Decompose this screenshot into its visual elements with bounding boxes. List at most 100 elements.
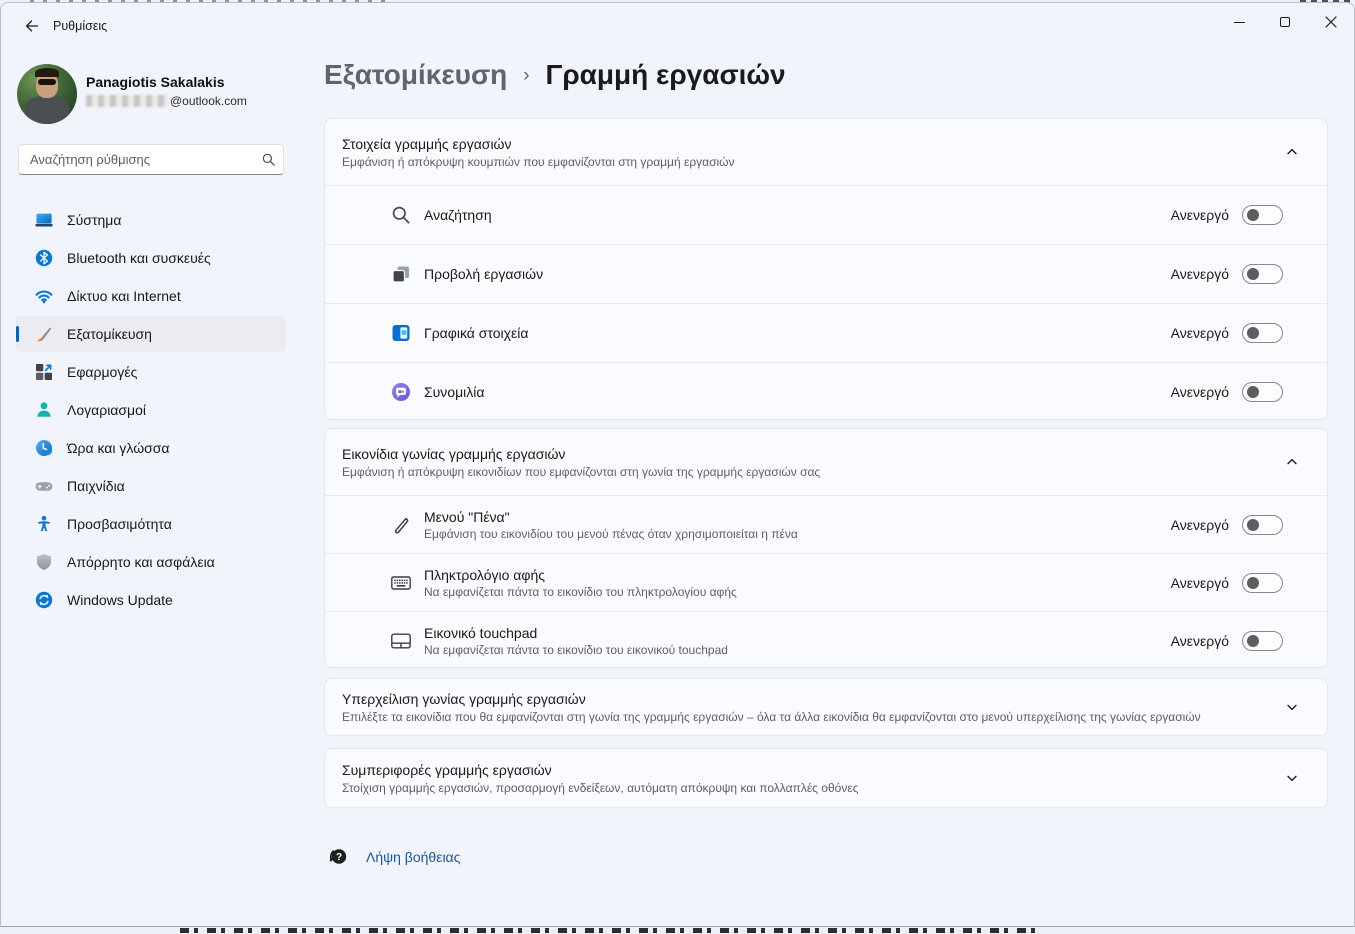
sidebar-nav: Σύστημα Bluetooth και συσκευές Δίκτυο κα… xyxy=(1,200,301,620)
toggle-state-label: Ανενεργό xyxy=(1171,266,1229,282)
virtual-touchpad-icon xyxy=(389,629,413,653)
get-help-icon: ? xyxy=(326,845,350,869)
chat-toggle[interactable] xyxy=(1242,382,1283,402)
bluetooth-icon xyxy=(34,248,54,268)
cropped-text-artifact-bottom xyxy=(180,928,1035,933)
gamepad-icon xyxy=(34,476,54,496)
update-icon xyxy=(34,590,54,610)
toggle-state-label: Ανενεργό xyxy=(1171,207,1229,223)
settings-window: Ρυθμίσεις Panagiotis Sakalakis xyxy=(0,2,1355,927)
search-icon[interactable] xyxy=(253,152,283,167)
section-header: Εικονίδια γωνίας γραμμής εργασιών Εμφάνι… xyxy=(325,429,1327,495)
sidebar-item-system[interactable]: Σύστημα xyxy=(16,202,286,238)
section-subtitle: Επιλέξτε τα εικονίδια που θα εμφανίζοντα… xyxy=(342,710,1279,724)
sidebar-item-apps[interactable]: Εφαρμογές xyxy=(16,354,286,390)
sidebar-item-gaming[interactable]: Παιχνίδια xyxy=(16,468,286,504)
toggle-state-label: Ανενεργό xyxy=(1171,517,1229,533)
toggle-state-label: Ανενεργό xyxy=(1171,325,1229,341)
setting-description: Εμφάνιση του εικονιδίου του μενού πένας … xyxy=(424,527,1171,541)
screenshot-root: Ρυθμίσεις Panagiotis Sakalakis xyxy=(0,0,1355,934)
breadcrumb-parent[interactable]: Εξατομίκευση xyxy=(324,59,507,91)
get-help-row: ? Λήψη βοήθειας xyxy=(326,841,460,873)
sidebar-item-accounts[interactable]: Λογαριασμοί xyxy=(16,392,286,428)
sidebar-item-network[interactable]: Δίκτυο και Internet xyxy=(16,278,286,314)
section-taskbar-items: Στοιχεία γραμμής εργασιών Εμφάνιση ή από… xyxy=(324,118,1328,420)
personalization-brush-icon xyxy=(34,324,54,344)
sidebar-item-label: Windows Update xyxy=(67,592,173,608)
sidebar-item-personalization[interactable]: Εξατομίκευση xyxy=(16,316,286,352)
sidebar-item-time-language[interactable]: Ώρα και γλώσσα xyxy=(16,430,286,466)
sidebar-item-label: Προσβασιμότητα xyxy=(67,516,172,532)
chevron-up-icon[interactable] xyxy=(1279,139,1305,165)
avatar[interactable] xyxy=(17,64,77,124)
sidebar-item-label: Δίκτυο και Internet xyxy=(67,288,181,304)
setting-label: Πληκτρολόγιο αφής xyxy=(424,567,1171,583)
pen-icon xyxy=(389,513,413,537)
setting-row-chat: Συνομιλία Ανενεργό xyxy=(325,362,1327,421)
sidebar-item-label: Παιχνίδια xyxy=(67,478,125,494)
main-content: Εξατομίκευση › Γραμμή εργασιών Στοιχεία … xyxy=(324,3,1328,926)
get-help-link[interactable]: Λήψη βοήθειας xyxy=(366,849,460,865)
setting-row-widgets: Γραφικά στοιχεία Ανενεργό xyxy=(325,303,1327,362)
setting-row-task-view: Προβολή εργασιών Ανενεργό xyxy=(325,244,1327,303)
sidebar-item-label: Bluetooth και συσκευές xyxy=(67,250,211,266)
widgets-toggle[interactable] xyxy=(1242,323,1283,343)
touch-keyboard-toggle[interactable] xyxy=(1242,573,1283,593)
chat-icon xyxy=(389,380,413,404)
setting-label: Γραφικά στοιχεία xyxy=(424,325,1171,341)
chevron-up-icon[interactable] xyxy=(1279,449,1305,475)
clock-globe-icon xyxy=(34,438,54,458)
sidebar-item-label: Ώρα και γλώσσα xyxy=(67,440,170,456)
breadcrumb-separator-icon: › xyxy=(523,65,529,87)
toggle-state-label: Ανενεργό xyxy=(1171,384,1229,400)
task-view-toggle[interactable] xyxy=(1242,264,1283,284)
sidebar-item-label: Λογαριασμοί xyxy=(67,402,146,418)
setting-label: Μενού "Πένα" xyxy=(424,509,1171,525)
breadcrumb: Εξατομίκευση › Γραμμή εργασιών xyxy=(324,59,786,91)
chevron-down-icon[interactable] xyxy=(1279,694,1305,720)
setting-label: Εικονικό touchpad xyxy=(424,625,1171,641)
accessibility-icon xyxy=(34,514,54,534)
sidebar-item-label: Απόρρητο και ασφάλεια xyxy=(67,554,215,570)
section-subtitle: Εμφάνιση ή απόκρυψη εικονιδίων που εμφαν… xyxy=(342,465,1279,479)
sidebar-item-bluetooth[interactable]: Bluetooth και συσκευές xyxy=(16,240,286,276)
search-input[interactable] xyxy=(19,152,253,167)
search-icon xyxy=(389,203,413,227)
virtual-touchpad-toggle[interactable] xyxy=(1242,631,1283,651)
section-title: Στοιχεία γραμμής εργασιών xyxy=(342,136,1279,152)
toggle-state-label: Ανενεργό xyxy=(1171,575,1229,591)
setting-row-pen-menu: Μενού "Πένα" Εμφάνιση του εικονιδίου του… xyxy=(325,495,1327,553)
touch-keyboard-icon xyxy=(389,571,413,595)
setting-label: Συνομιλία xyxy=(424,384,1171,400)
section-title: Υπερχείλιση γωνίας γραμμής εργασιών xyxy=(342,691,1279,707)
email-redacted-blur xyxy=(86,95,168,107)
apps-icon xyxy=(34,362,54,382)
widgets-icon xyxy=(389,321,413,345)
chevron-down-icon[interactable] xyxy=(1279,765,1305,791)
sidebar-item-label: Σύστημα xyxy=(67,212,121,228)
sidebar-item-windows-update[interactable]: Windows Update xyxy=(16,582,286,618)
sidebar: Panagiotis Sakalakis @outlook.com Σύστημ… xyxy=(1,3,301,926)
sidebar-item-privacy[interactable]: Απόρρητο και ασφάλεια xyxy=(16,544,286,580)
section-title: Συμπεριφορές γραμμής εργασιών xyxy=(342,762,1279,778)
system-icon xyxy=(34,210,54,230)
person-icon xyxy=(34,400,54,420)
sidebar-item-label: Εφαρμογές xyxy=(67,364,137,380)
profile-email: @outlook.com xyxy=(86,94,247,108)
sidebar-item-accessibility[interactable]: Προσβασιμότητα xyxy=(16,506,286,542)
section-taskbar-behaviors[interactable]: Συμπεριφορές γραμμής εργασιών Στοίχιση γ… xyxy=(324,748,1328,808)
section-corner-overflow[interactable]: Υπερχείλιση γωνίας γραμμής εργασιών Επιλ… xyxy=(324,678,1328,736)
settings-search-box xyxy=(18,144,284,175)
section-subtitle: Στοίχιση γραμμής εργασιών, προσαρμογή εν… xyxy=(342,781,1279,795)
toggle-state-label: Ανενεργό xyxy=(1171,633,1229,649)
setting-row-search: Αναζήτηση Ανενεργό xyxy=(325,185,1327,244)
task-view-icon xyxy=(389,262,413,286)
section-title: Εικονίδια γωνίας γραμμής εργασιών xyxy=(342,446,1279,462)
setting-row-touch-keyboard: Πληκτρολόγιο αφής Να εμφανίζεται πάντα τ… xyxy=(325,553,1327,611)
page-title: Γραμμή εργασιών xyxy=(546,59,786,91)
profile-name: Panagiotis Sakalakis xyxy=(86,74,225,90)
pen-menu-toggle[interactable] xyxy=(1242,515,1283,535)
setting-label: Προβολή εργασιών xyxy=(424,266,1171,282)
sidebar-item-label: Εξατομίκευση xyxy=(67,326,152,342)
taskbar-search-toggle[interactable] xyxy=(1242,205,1283,225)
